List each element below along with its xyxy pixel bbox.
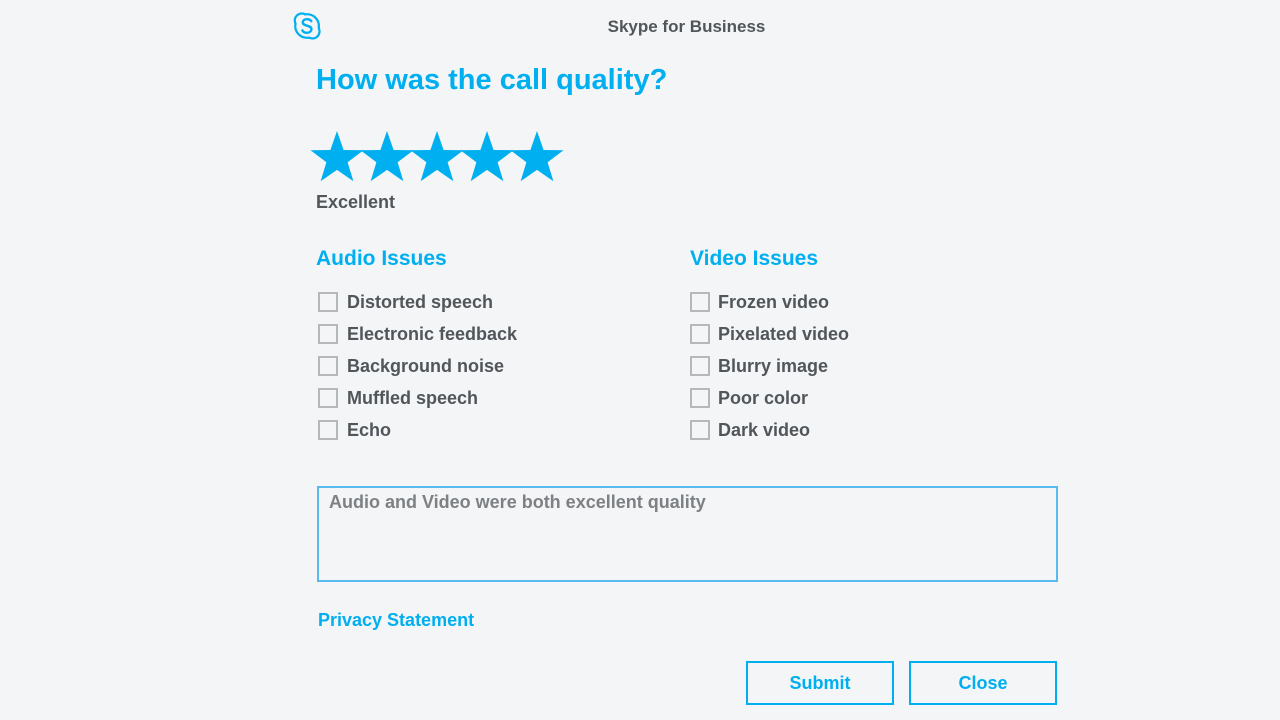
checkbox-box[interactable] <box>690 292 710 312</box>
checkbox-label: Dark video <box>718 419 811 440</box>
checkbox-electronic-feedback[interactable]: Electronic feedback <box>316 318 517 350</box>
checkbox-distorted-speech[interactable]: Distorted speech <box>316 286 517 318</box>
star-icon-2[interactable] <box>360 130 414 184</box>
checkbox-box[interactable] <box>690 388 710 408</box>
checkbox-label: Poor color <box>718 387 809 408</box>
close-button[interactable]: Close <box>909 661 1057 705</box>
audio-issues-heading: Audio Issues <box>316 247 447 270</box>
video-issues-section: Video Issues Frozen video Pixelated vide… <box>690 247 849 446</box>
checkbox-poor-color[interactable]: Poor color <box>690 382 849 414</box>
checkbox-box[interactable] <box>318 420 338 440</box>
submit-button[interactable]: Submit <box>746 661 894 705</box>
checkbox-blurry-image[interactable]: Blurry image <box>690 350 849 382</box>
audio-issues-section: Audio Issues Distorted speech Electronic… <box>316 247 517 446</box>
star-rating[interactable] <box>310 130 564 184</box>
checkbox-box[interactable] <box>318 356 338 376</box>
checkbox-dark-video[interactable]: Dark video <box>690 414 849 446</box>
checkbox-label: Echo <box>347 419 392 440</box>
checkbox-label: Pixelated video <box>718 323 850 344</box>
checkbox-muffled-speech[interactable]: Muffled speech <box>316 382 517 414</box>
comment-textarea[interactable]: Audio and Video were both excellent qual… <box>317 486 1058 582</box>
star-icon-4[interactable] <box>460 130 514 184</box>
checkbox-box[interactable] <box>690 420 710 440</box>
star-icon-1[interactable] <box>310 130 364 184</box>
checkbox-frozen-video[interactable]: Frozen video <box>690 286 849 318</box>
checkbox-label: Background noise <box>347 355 505 376</box>
star-icon-3[interactable] <box>410 130 464 184</box>
privacy-statement-link[interactable]: Privacy Statement <box>318 610 474 631</box>
checkbox-box[interactable] <box>690 324 710 344</box>
checkbox-background-noise[interactable]: Background noise <box>316 350 517 382</box>
checkbox-label: Electronic feedback <box>347 323 518 344</box>
checkbox-pixelated-video[interactable]: Pixelated video <box>690 318 849 350</box>
checkbox-echo[interactable]: Echo <box>316 414 517 446</box>
feedback-window: Skype for Business How was the call qual… <box>0 0 1280 720</box>
checkbox-label: Distorted speech <box>347 291 494 312</box>
checkbox-label: Muffled speech <box>347 387 479 408</box>
checkbox-label: Frozen video <box>718 291 830 312</box>
video-issues-heading: Video Issues <box>690 247 819 270</box>
survey-question: How was the call quality? <box>316 64 668 96</box>
checkbox-box[interactable] <box>318 324 338 344</box>
rating-label: Excellent <box>316 192 396 212</box>
checkbox-box[interactable] <box>690 356 710 376</box>
checkbox-label: Blurry image <box>718 355 829 376</box>
star-icon-5[interactable] <box>510 130 564 184</box>
checkbox-box[interactable] <box>318 388 338 408</box>
window-title: Skype for Business <box>607 17 766 36</box>
checkbox-box[interactable] <box>318 292 338 312</box>
